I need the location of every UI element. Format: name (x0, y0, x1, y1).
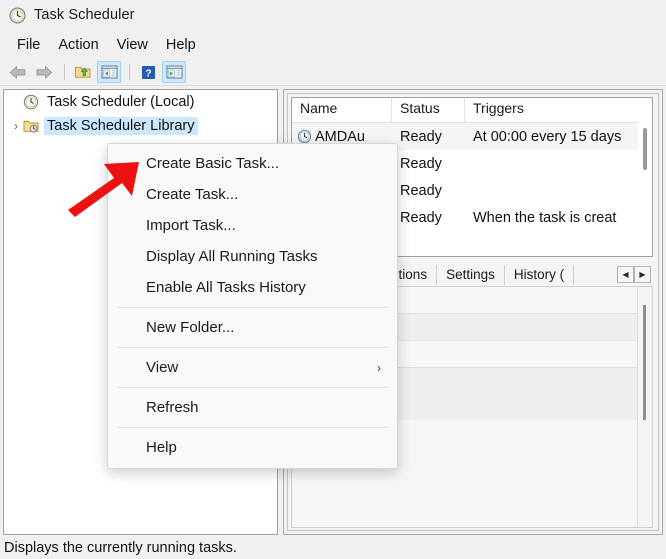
folder-up-icon (74, 64, 92, 80)
chevron-right-icon[interactable]: › (9, 119, 23, 133)
clock-icon (23, 94, 39, 110)
tab-scroll-right-button[interactable]: ▶ (634, 266, 651, 283)
window-title: Task Scheduler (34, 7, 135, 23)
menu-item-view-label: View (146, 359, 178, 376)
svg-text:?: ? (145, 67, 151, 79)
menu-separator (117, 307, 388, 308)
menu-separator (117, 387, 388, 388)
menu-item-help[interactable]: Help (108, 432, 397, 463)
folder-clock-icon (23, 118, 39, 134)
tree-node-label: Task Scheduler (Local) (44, 93, 198, 111)
forward-button[interactable] (32, 61, 56, 83)
cell-status: Ready (392, 156, 465, 172)
column-header-name[interactable]: Name (292, 98, 392, 122)
menu-bar: File Action View Help (0, 30, 666, 59)
menu-item-new-folder[interactable]: New Folder... (108, 312, 397, 343)
scrollbar-thumb[interactable] (643, 305, 646, 420)
menu-separator (117, 347, 388, 348)
forward-arrow-icon (35, 65, 53, 80)
toolbar-separator-1 (64, 64, 65, 80)
tree-node-task-scheduler-library[interactable]: › Task Scheduler Library (4, 114, 277, 138)
status-bar-text: Displays the currently running tasks. (4, 540, 237, 556)
column-header-status[interactable]: Status (392, 98, 465, 122)
chevron-right-icon: › (377, 361, 381, 375)
menu-view[interactable]: View (108, 35, 157, 55)
help-button[interactable]: ? (136, 61, 160, 83)
back-arrow-icon (9, 65, 27, 80)
show-hide-action-pane-button[interactable] (162, 61, 186, 83)
clock-icon (9, 7, 26, 24)
clock-icon (297, 129, 312, 144)
menu-item-refresh[interactable]: Refresh (108, 392, 397, 423)
tree-node-label: Task Scheduler Library (44, 117, 198, 135)
column-header-triggers[interactable]: Triggers (465, 98, 652, 122)
menu-file[interactable]: File (8, 35, 49, 55)
menu-item-create-task[interactable]: Create Task... (108, 179, 397, 210)
cell-status: Ready (392, 210, 465, 226)
show-hide-action-pane-icon (166, 65, 183, 79)
scrollbar-thumb[interactable] (643, 128, 647, 170)
back-button[interactable] (6, 61, 30, 83)
show-hide-console-tree-icon (101, 65, 118, 79)
tab-settings[interactable]: Settings (437, 265, 505, 285)
cell-triggers: When the task is creat (465, 210, 652, 226)
context-menu[interactable]: Create Basic Task... Create Task... Impo… (107, 143, 398, 469)
help-icon: ? (141, 65, 156, 80)
menu-item-display-all-running-tasks[interactable]: Display All Running Tasks (108, 241, 397, 272)
tab-scroll-buttons: ◀ ▶ (617, 266, 651, 283)
show-hide-console-tree-button[interactable] (97, 61, 121, 83)
tree-node-task-scheduler-local[interactable]: Task Scheduler (Local) (4, 90, 277, 114)
cell-status: Ready (392, 183, 465, 199)
menu-item-import-task[interactable]: Import Task... (108, 210, 397, 241)
menu-item-create-basic-task[interactable]: Create Basic Task... (108, 148, 397, 179)
status-bar: Displays the currently running tasks. (0, 537, 666, 559)
menu-item-view[interactable]: View › (108, 352, 397, 383)
menu-item-enable-all-tasks-history[interactable]: Enable All Tasks History (108, 272, 397, 303)
menu-action[interactable]: Action (49, 35, 107, 55)
task-scheduler-window: Task Scheduler File Action View Help (0, 0, 666, 559)
title-bar: Task Scheduler (0, 0, 666, 30)
menu-help[interactable]: Help (157, 35, 205, 55)
toolbar-separator-2 (129, 64, 130, 80)
up-one-level-button[interactable] (71, 61, 95, 83)
cell-triggers: At 00:00 every 15 days (465, 129, 652, 145)
menu-separator (117, 427, 388, 428)
task-list-header: Name Status Triggers (292, 98, 652, 123)
tab-scroll-left-button[interactable]: ◀ (617, 266, 634, 283)
detail-scrollbar[interactable] (637, 287, 652, 527)
tab-history[interactable]: History ( (505, 265, 574, 285)
toolbar: ? (0, 59, 666, 86)
cell-status: Ready (392, 129, 465, 145)
task-list-scrollbar[interactable] (638, 122, 652, 256)
